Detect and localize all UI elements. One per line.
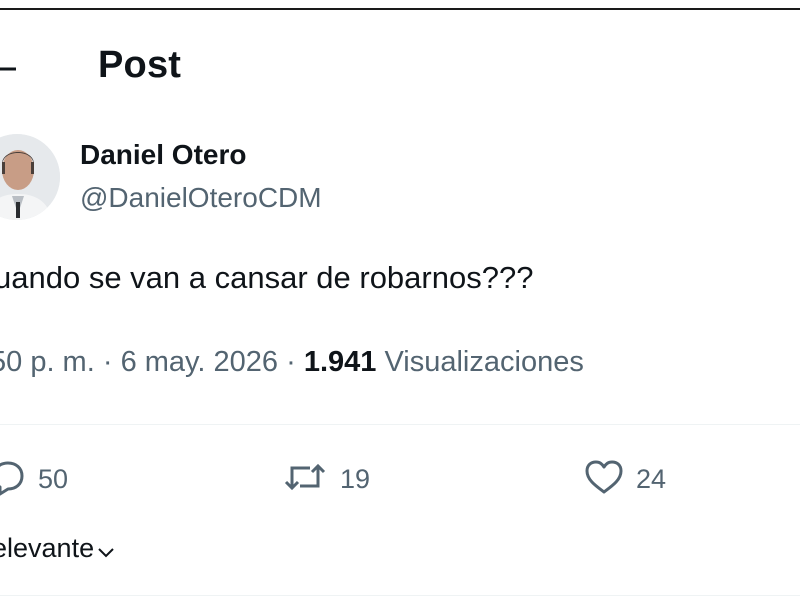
post-text: uando se van a cansar de robarnos??? [0, 260, 534, 295]
post-time[interactable]: 50 p. m. [0, 346, 95, 378]
sort-label: elevante [0, 533, 95, 563]
views-label: Visualizaciones [384, 346, 584, 378]
arrow-left-icon[interactable] [0, 58, 16, 80]
views-count: 1.941 [303, 346, 377, 378]
reply-icon [0, 456, 28, 503]
window-top-border [0, 8, 800, 10]
reply-sort-selector[interactable]: elevante [0, 530, 116, 567]
like-button[interactable]: 24 [582, 455, 666, 503]
reply-button[interactable]: 50 [0, 455, 68, 503]
post-header: Post [0, 40, 800, 96]
separator: · [102, 346, 113, 378]
chevron-down-icon [96, 536, 116, 567]
repost-button[interactable]: 19 [280, 455, 370, 503]
avatar[interactable] [0, 134, 60, 220]
reply-count: 50 [38, 463, 69, 494]
separator: · [286, 346, 296, 378]
divider [0, 595, 800, 596]
page-title: Post [98, 44, 182, 86]
post-metadata: 50 p. m. · 6 may. 2026 · 1.941 Visualiza… [0, 346, 584, 379]
author-handle[interactable]: @DanielOteroCDM [80, 182, 322, 214]
author-name[interactable]: Daniel Otero [80, 139, 246, 171]
heart-icon [582, 456, 626, 503]
divider [0, 424, 800, 425]
repost-count: 19 [340, 463, 371, 494]
repost-icon [280, 456, 330, 503]
like-count: 24 [636, 463, 667, 494]
post-date[interactable]: 6 may. 2026 [121, 346, 278, 378]
